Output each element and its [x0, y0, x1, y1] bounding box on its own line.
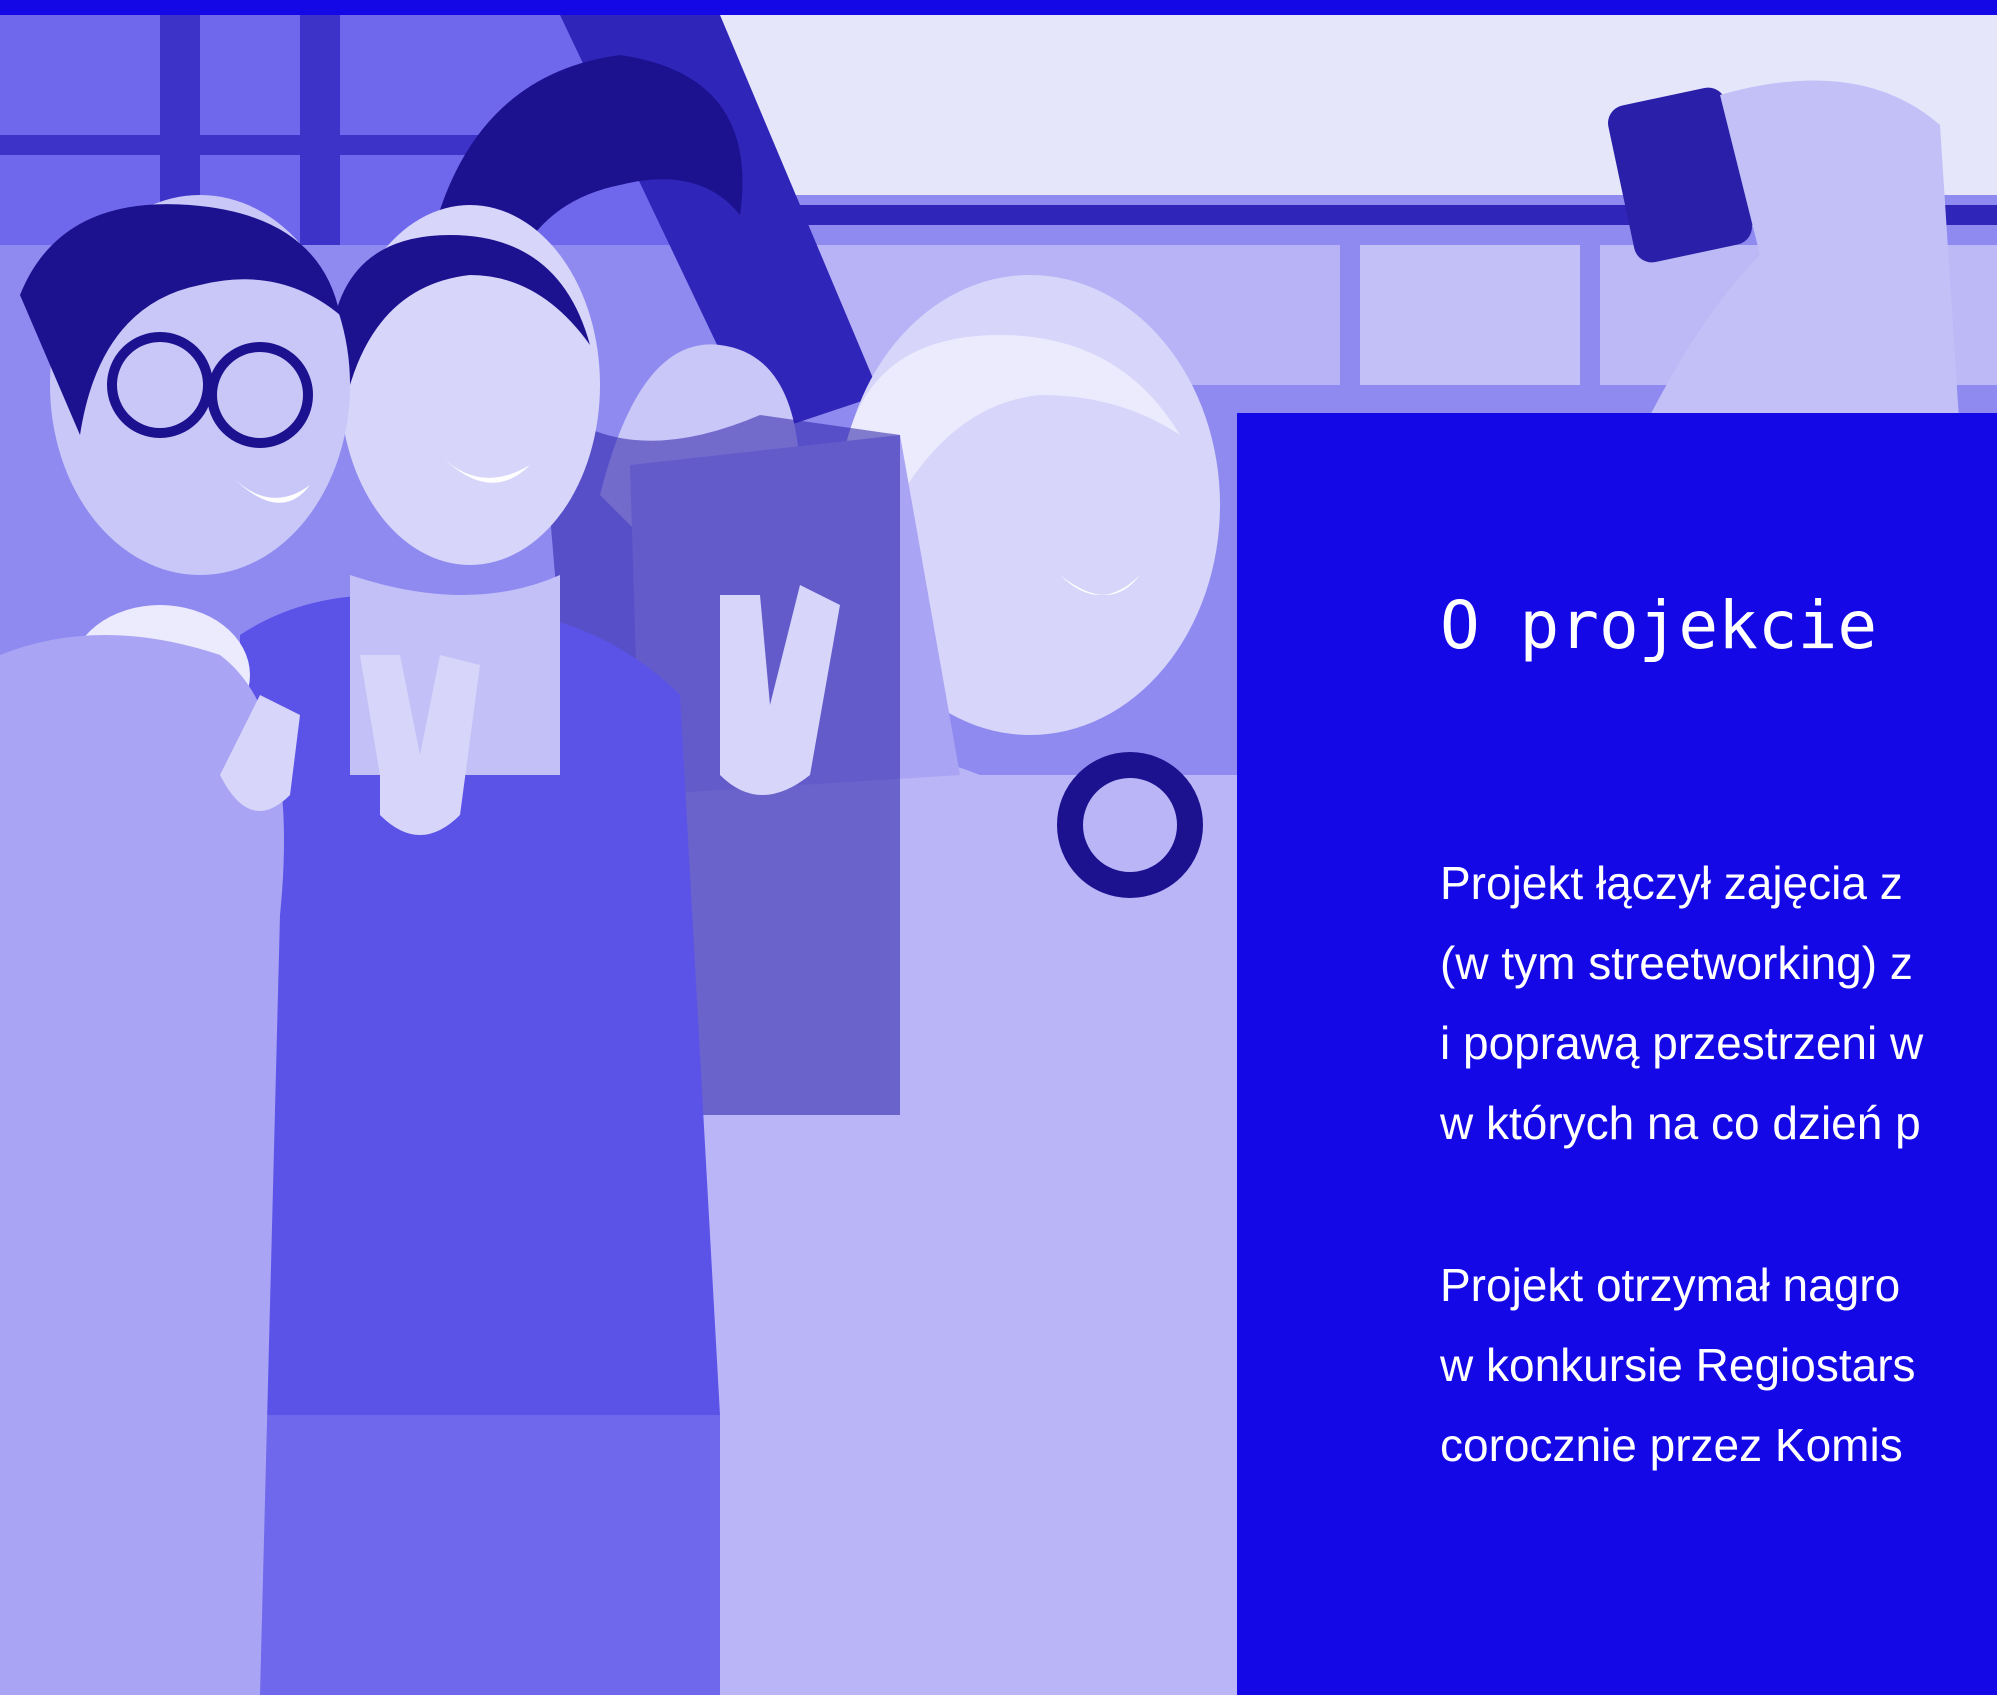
page: O projekcie Projekt łączył zajęcia z (w …: [0, 0, 1997, 1695]
project-description-paragraph: Projekt łączył zajęcia z (w tym streetwo…: [1440, 843, 1923, 1163]
paragraph-line: i poprawą przestrzeni w: [1440, 1017, 1924, 1069]
project-award-paragraph: Projekt otrzymał nagro w konkursie Regio…: [1440, 1245, 1916, 1485]
project-info-panel: O projekcie Projekt łączył zajęcia z (w …: [1237, 413, 1997, 1695]
paragraph-line: w których na co dzień p: [1440, 1097, 1921, 1149]
paragraph-line: w konkursie Regiostars: [1440, 1339, 1916, 1391]
paragraph-line: Projekt otrzymał nagro: [1440, 1259, 1901, 1311]
top-bar: [0, 0, 1997, 15]
paragraph-line: Projekt łączył zajęcia z: [1440, 857, 1903, 909]
paragraph-line: (w tym streetworking) z: [1440, 937, 1913, 989]
panel-title: O projekcie: [1440, 587, 1878, 664]
paragraph-line: corocznie przez Komis: [1440, 1419, 1903, 1471]
